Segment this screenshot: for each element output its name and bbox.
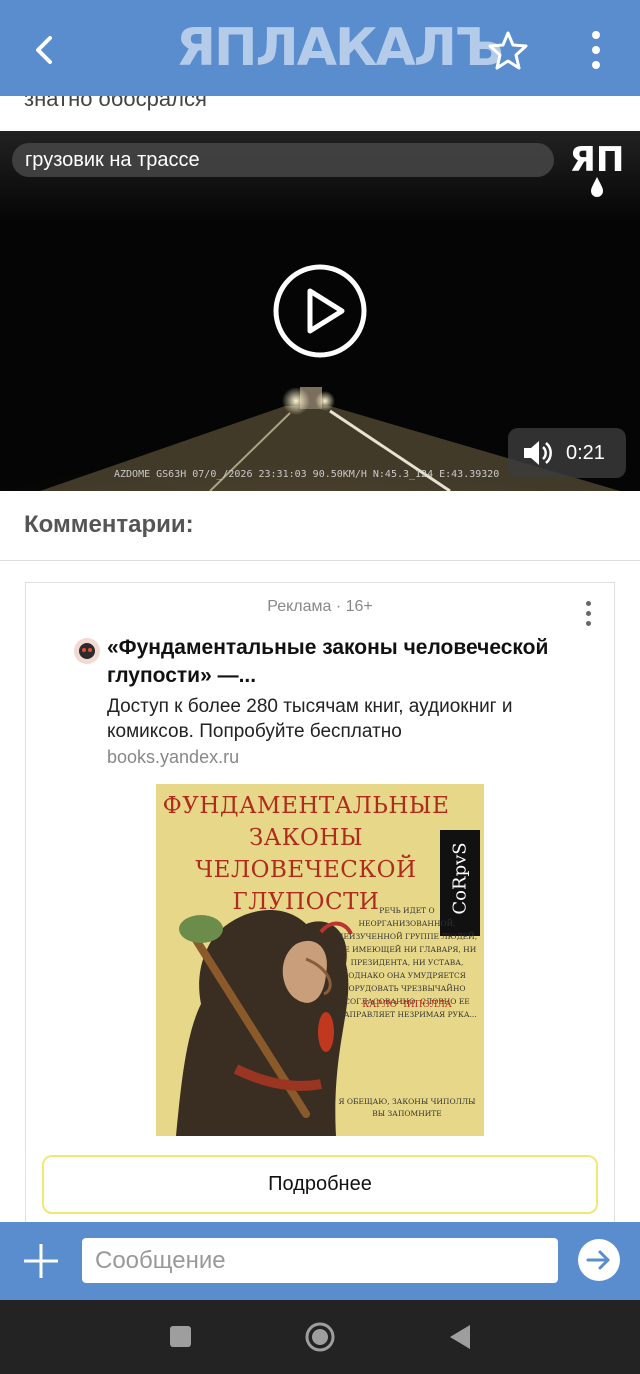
top-app-bar: ЯПЛАКАЛЪ <box>0 0 640 96</box>
circle-icon[interactable] <box>304 1321 336 1353</box>
plus-icon[interactable] <box>22 1242 60 1280</box>
dot <box>585 620 591 626</box>
arrow-left-icon <box>36 36 52 64</box>
app-screen: ЯПЛАКАЛЪ знатно обосрался грузовик на тр… <box>0 0 640 1374</box>
book-title: ФУНДАМЕНТАЛЬНЫЕ ЗАКОНЫ ЧЕЛОВЕЧЕСКОЙ ГЛУП… <box>162 793 450 915</box>
volume-icon[interactable] <box>522 439 554 467</box>
triangle-back-icon[interactable] <box>448 1324 472 1350</box>
book-tagline: Я ОБЕЩАЮ, ЗАКОНЫ ЧИПОЛЛЫ ВЫ ЗАПОМНИТЕ <box>338 1097 476 1118</box>
advertiser-favicon-icon <box>74 638 100 664</box>
back-button[interactable] <box>22 22 66 78</box>
dot <box>585 610 591 616</box>
ad-description: Доступ к более 280 тысячам книг, аудиокн… <box>107 696 513 742</box>
dot <box>585 600 591 606</box>
video-player[interactable]: грузовик на трассе ЯП AZDOME GS63H 07/0_… <box>0 131 640 491</box>
ad-options-button[interactable] <box>578 596 598 630</box>
video-duration: 0:21 <box>566 441 605 464</box>
arrow-right-icon <box>586 1250 610 1270</box>
send-button[interactable] <box>578 1239 620 1281</box>
ad-book-cover-image[interactable]: ФУНДАМЕНТАЛЬНЫЕ ЗАКОНЫ ЧЕЛОВЕЧЕСКОЙ ГЛУП… <box>156 784 484 1136</box>
yaplakal-watermark-icon: ЯП <box>570 140 625 197</box>
ad-domain[interactable]: books.yandex.ru <box>107 747 239 768</box>
system-navigation-bar <box>0 1300 640 1374</box>
ad-label: Реклама · 16+ <box>267 598 373 615</box>
site-logo[interactable]: ЯПЛАКАЛЪ <box>176 20 504 76</box>
video-title: грузовик на трассе <box>12 143 554 177</box>
volume-duration-control[interactable]: 0:21 <box>508 428 626 478</box>
dot <box>592 31 600 39</box>
ad-more-button[interactable]: Подробнее <box>42 1155 598 1214</box>
ad-headline[interactable]: «Фундаментальные законы человеческой глу… <box>107 634 597 690</box>
dot <box>592 61 600 69</box>
play-circle-icon[interactable] <box>272 263 368 359</box>
message-composer <box>0 1222 640 1300</box>
dot <box>592 46 600 54</box>
favorite-button[interactable] <box>486 28 530 72</box>
watermark-text: ЯП <box>570 140 625 180</box>
divider <box>0 560 640 561</box>
dashcam-timestamp: AZDOME GS63H 07/0_/2026 23:31:03 90.50KM… <box>114 469 500 480</box>
more-options-button[interactable] <box>578 26 614 74</box>
square-icon[interactable] <box>170 1326 191 1347</box>
star-outline-icon <box>488 31 528 70</box>
message-input[interactable] <box>82 1238 558 1283</box>
book-author: КАРЛО ЧИПОЛЛА <box>362 1000 452 1010</box>
comments-heading: Комментарии: <box>24 511 194 538</box>
